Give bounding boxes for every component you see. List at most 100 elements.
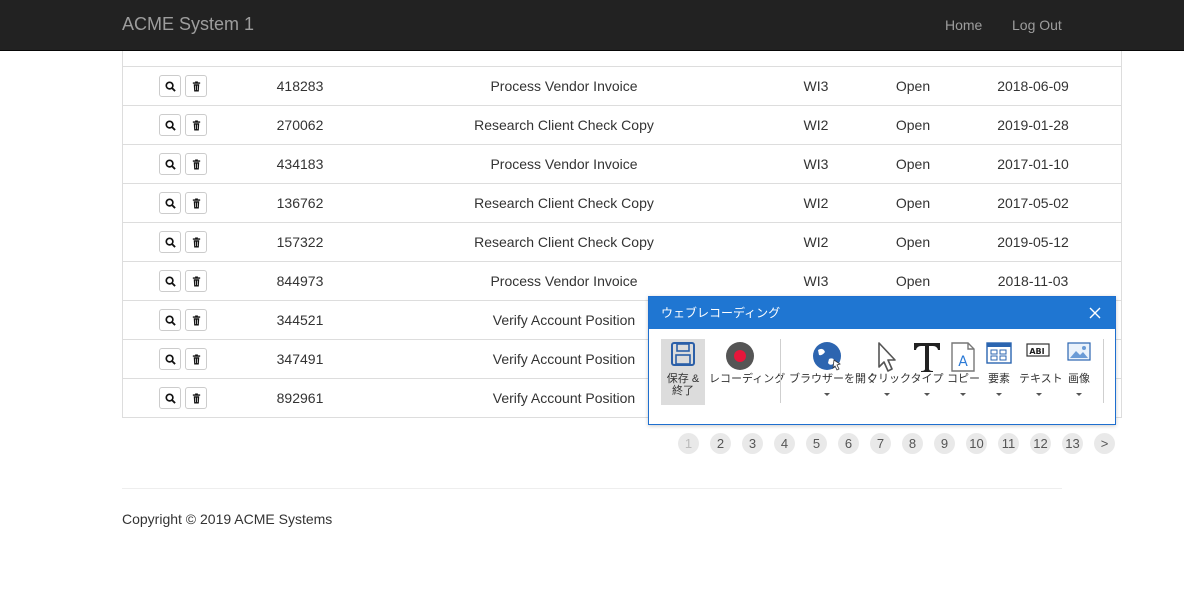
trash-icon <box>191 78 202 94</box>
view-button[interactable] <box>159 309 181 332</box>
nav-home-link[interactable]: Home <box>945 17 982 33</box>
image-button[interactable]: 画像 <box>1061 339 1097 405</box>
delete-button[interactable] <box>185 231 207 254</box>
page-10[interactable]: 10 <box>966 433 987 454</box>
toolbar-separator <box>1103 339 1104 403</box>
table-row: 136762 Research Client Check Copy WI2 Open 2… <box>123 183 1121 223</box>
chevron-down-icon[interactable] <box>960 393 966 396</box>
save-and-exit-button[interactable]: 保存 & 終了 <box>661 339 705 405</box>
work-item-description: Process Vendor Invoice <box>490 156 638 172</box>
row-actions <box>159 184 219 222</box>
table-row: 844973 Process Vendor Invoice WI3 Open 2018-… <box>123 261 1121 301</box>
view-button[interactable] <box>159 348 181 371</box>
delete-button[interactable] <box>185 75 207 98</box>
row-actions <box>159 223 219 261</box>
work-item-status: Open <box>895 78 931 94</box>
page-2[interactable]: 2 <box>710 433 731 454</box>
work-item-date: 2019-05-12 <box>997 234 1069 250</box>
chevron-down-icon[interactable] <box>924 393 930 396</box>
delete-button[interactable] <box>185 387 207 410</box>
search-icon <box>164 78 176 94</box>
work-item-status: Open <box>895 195 931 211</box>
delete-button[interactable] <box>185 348 207 371</box>
delete-button[interactable] <box>185 270 207 293</box>
view-button[interactable] <box>159 387 181 410</box>
view-button[interactable] <box>159 192 181 215</box>
work-item-id: 136762 <box>276 195 324 211</box>
web-recording-panel: ウェブレコーディング 保存 & 終了 レコーディング ブラウザーを開く クリック… <box>648 296 1116 425</box>
toolbar-separator <box>780 339 781 403</box>
chevron-down-icon[interactable] <box>884 393 890 396</box>
type-button[interactable]: タイプ <box>907 339 947 405</box>
click-button[interactable]: クリック <box>867 339 911 405</box>
page-1[interactable]: 1 <box>678 433 699 454</box>
close-icon[interactable] <box>1085 297 1105 329</box>
text-label: テキスト <box>1019 373 1063 385</box>
page-7[interactable]: 7 <box>870 433 891 454</box>
page-11[interactable]: 11 <box>998 433 1019 454</box>
page-4[interactable]: 4 <box>774 433 795 454</box>
work-item-id: 418283 <box>276 78 324 94</box>
table-row: 270062 Research Client Check Copy WI2 Open 2… <box>123 105 1121 145</box>
search-icon <box>164 390 176 406</box>
svg-text:A: A <box>958 354 968 370</box>
delete-button[interactable] <box>185 153 207 176</box>
page-3[interactable]: 3 <box>742 433 763 454</box>
page-8[interactable]: 8 <box>902 433 923 454</box>
navbar: ACME System 1 Home Log Out <box>0 0 1184 51</box>
work-item-type: WI2 <box>803 195 829 211</box>
text-abc-icon: ABI <box>1025 341 1053 368</box>
text-button[interactable]: ABI テキスト <box>1019 339 1063 405</box>
trash-icon <box>191 351 202 367</box>
picture-icon <box>1066 341 1092 368</box>
work-item-description: Research Client Check Copy <box>474 117 654 133</box>
recorder-title-bar: ウェブレコーディング <box>649 297 1115 329</box>
view-button[interactable] <box>159 153 181 176</box>
page-13[interactable]: 13 <box>1062 433 1083 454</box>
view-button[interactable] <box>159 75 181 98</box>
work-item-date: 2019-01-28 <box>997 117 1069 133</box>
nav-logout-link[interactable]: Log Out <box>1012 17 1062 33</box>
delete-button[interactable] <box>185 192 207 215</box>
work-item-id: 892961 <box>276 390 324 406</box>
page-6[interactable]: 6 <box>838 433 859 454</box>
recording-button[interactable]: レコーディング <box>709 339 785 405</box>
recorder-title: ウェブレコーディング <box>661 306 781 320</box>
copy-label: コピー <box>947 373 980 385</box>
next-page-button[interactable]: > <box>1094 433 1115 454</box>
search-icon <box>164 117 176 133</box>
chevron-down-icon[interactable] <box>1076 393 1082 396</box>
copy-button[interactable]: A コピー <box>947 339 980 405</box>
copyright-text: Copyright © 2019 ACME Systems <box>122 511 333 527</box>
chevron-down-icon[interactable] <box>996 393 1002 396</box>
delete-button[interactable] <box>185 114 207 137</box>
view-button[interactable] <box>159 231 181 254</box>
view-button[interactable] <box>159 114 181 137</box>
view-button[interactable] <box>159 270 181 293</box>
table-row: 157322 Research Client Check Copy WI2 Open 2… <box>123 222 1121 262</box>
work-item-description: Process Vendor Invoice <box>490 78 638 94</box>
work-item-description: Process Vendor Invoice <box>490 273 638 289</box>
delete-button[interactable] <box>185 309 207 332</box>
search-icon <box>164 312 176 328</box>
work-item-type: WI3 <box>803 78 829 94</box>
work-item-type: WI2 <box>803 117 829 133</box>
page-5[interactable]: 5 <box>806 433 827 454</box>
work-item-status: Open <box>895 234 931 250</box>
work-item-type: WI2 <box>803 234 829 250</box>
image-label: 画像 <box>1068 373 1090 385</box>
app-title[interactable]: ACME System 1 <box>122 14 254 35</box>
element-button[interactable]: 要素 <box>983 339 1015 405</box>
open-browser-button[interactable]: ブラウザーを開く <box>789 339 877 405</box>
open-browser-label: ブラウザーを開く <box>789 373 877 385</box>
work-item-id: 157322 <box>276 234 324 250</box>
trash-icon <box>191 156 202 172</box>
chevron-down-icon[interactable] <box>1036 393 1042 396</box>
page-12[interactable]: 12 <box>1030 433 1051 454</box>
chevron-down-icon[interactable] <box>824 393 830 396</box>
page-9[interactable]: 9 <box>934 433 955 454</box>
element-grid-icon <box>986 341 1012 370</box>
trash-icon <box>191 195 202 211</box>
click-label: クリック <box>867 373 911 385</box>
trash-icon <box>191 273 202 289</box>
